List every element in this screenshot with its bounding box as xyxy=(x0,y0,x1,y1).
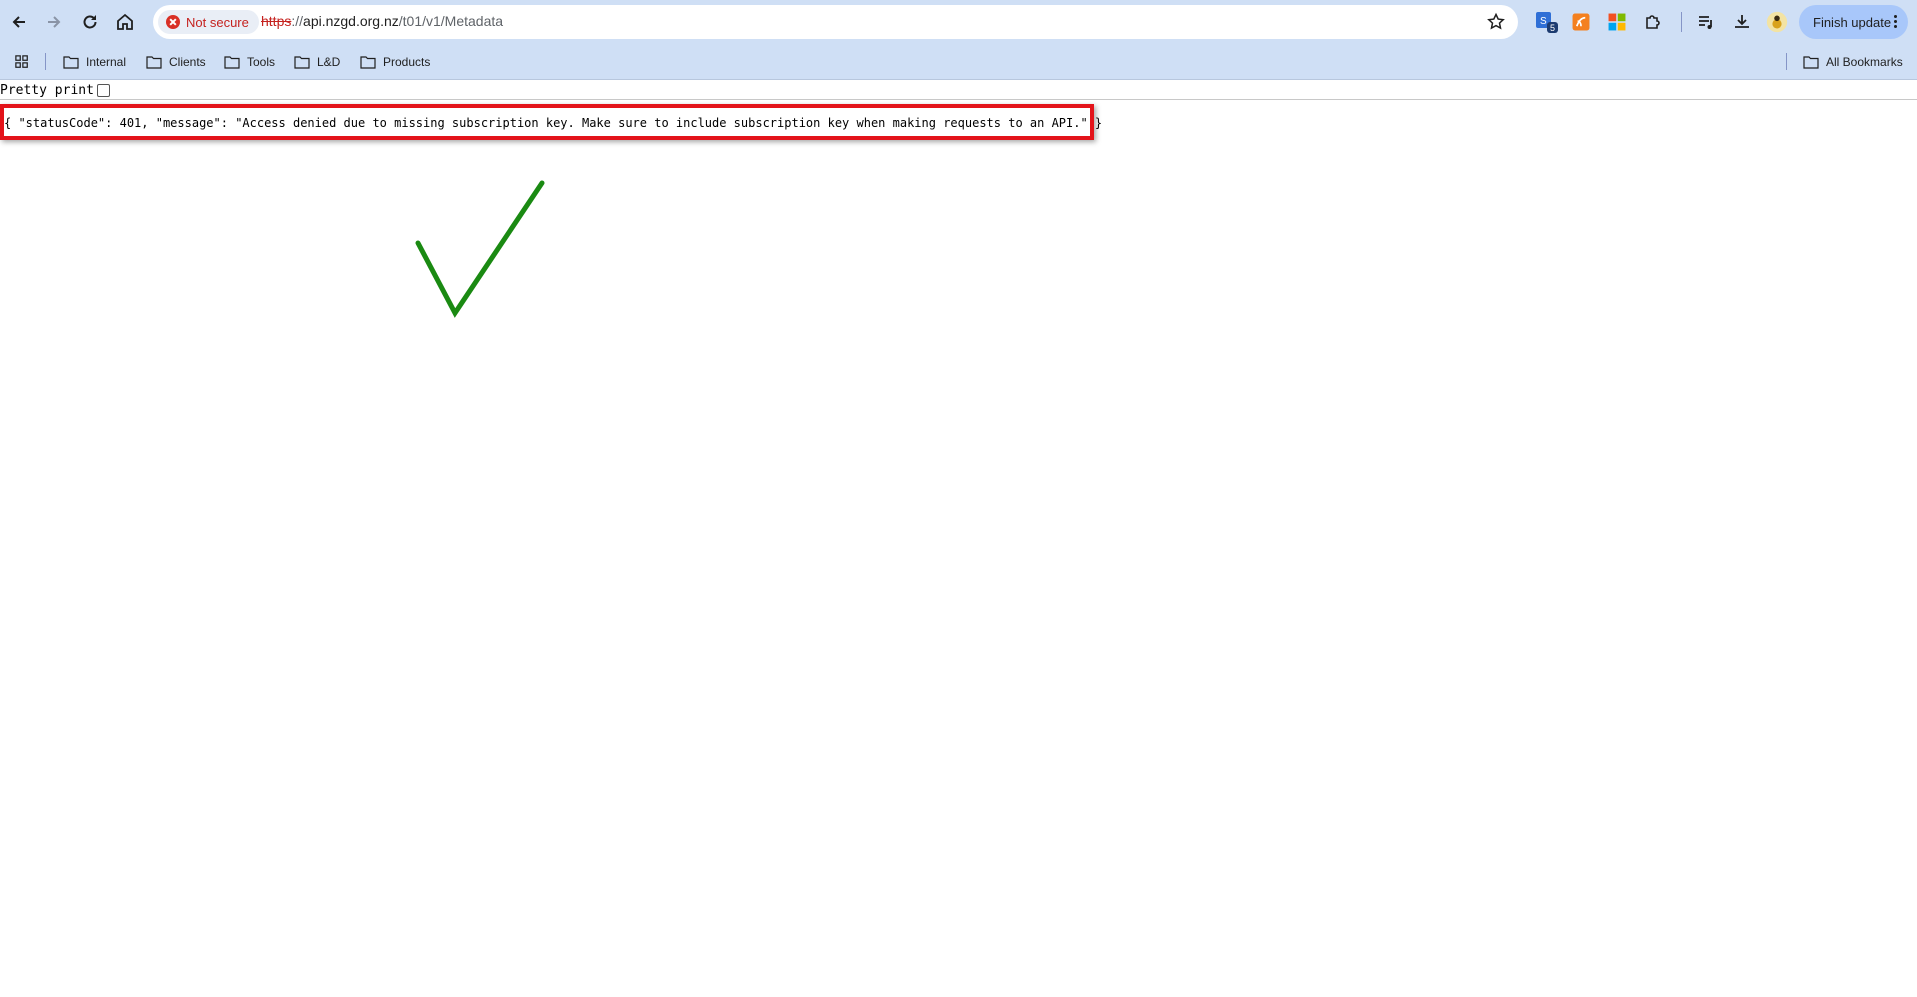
apps-grid-icon xyxy=(15,55,28,68)
not-secure-icon xyxy=(166,15,180,29)
puzzle-piece-icon xyxy=(1646,15,1660,29)
back-button[interactable] xyxy=(3,6,35,38)
finish-update-label: Finish update xyxy=(1813,14,1892,30)
svg-text:5: 5 xyxy=(1550,23,1555,33)
more-menu-icon xyxy=(1894,15,1898,29)
highlight-box: { "statusCode": 401, "message": "Access … xyxy=(0,104,1102,140)
bookmark-folder-internal[interactable]: Internal xyxy=(63,51,126,73)
downloads-button[interactable] xyxy=(1729,9,1755,35)
apps-button[interactable] xyxy=(14,51,37,73)
url-scheme: https xyxy=(261,13,292,29)
security-chip-label: Not secure xyxy=(186,14,249,30)
green-checkmark-icon xyxy=(415,180,545,318)
pretty-print-control: Pretty print xyxy=(0,82,110,98)
all-bookmarks-button[interactable]: All Bookmarks xyxy=(1803,51,1903,73)
pretty-print-label: Pretty print xyxy=(0,82,94,98)
bookmark-star-icon[interactable] xyxy=(1486,12,1506,32)
url-text[interactable]: https://api.nzgd.org.nz/t01/v1/Metadata xyxy=(261,13,503,29)
url-path: /t01/v1/Metadata xyxy=(398,13,504,29)
bookmark-label: L&D xyxy=(317,55,341,69)
folder-icon xyxy=(224,56,240,69)
microsoft-icon xyxy=(1608,13,1626,31)
folder-icon xyxy=(63,56,79,69)
bookmark-label: Products xyxy=(383,55,431,69)
bookmark-folder-clients[interactable]: Clients xyxy=(146,51,206,73)
extensions-menu-button[interactable] xyxy=(1640,9,1666,35)
pretty-print-divider xyxy=(0,99,1917,100)
extension-microsoft-button[interactable] xyxy=(1604,9,1630,35)
teams-icon: S 5 xyxy=(1536,12,1558,33)
back-arrow-icon xyxy=(12,16,25,28)
security-chip[interactable]: Not secure xyxy=(158,10,259,34)
folder-icon xyxy=(294,56,310,69)
folder-icon xyxy=(360,56,376,69)
folder-icon xyxy=(146,56,162,69)
bookmark-label: Clients xyxy=(169,55,206,69)
extension-teams-button[interactable]: S 5 xyxy=(1533,9,1559,35)
bookmark-label: Internal xyxy=(86,55,127,69)
profile-avatar-button[interactable] xyxy=(1764,9,1790,35)
home-button[interactable] xyxy=(109,6,141,38)
browser-toolbar: Not secure https://api.nzgd.org.nz/t01/v… xyxy=(0,0,1917,44)
all-bookmarks-label: All Bookmarks xyxy=(1826,55,1903,69)
finish-update-button[interactable]: Finish update xyxy=(1799,5,1908,39)
orange-extension-icon xyxy=(1572,13,1590,31)
url-host: api.nzgd.org.nz xyxy=(303,13,399,29)
bookmarks-separator xyxy=(1786,53,1787,70)
toolbar-separator xyxy=(1681,12,1682,32)
reload-icon xyxy=(83,15,97,29)
bookmark-folder-products[interactable]: Products xyxy=(360,51,430,73)
home-icon xyxy=(117,13,133,30)
folder-icon xyxy=(1803,56,1819,69)
svg-text:S: S xyxy=(1540,16,1547,27)
profile-avatar-icon xyxy=(1766,11,1788,33)
pretty-print-checkbox[interactable] xyxy=(96,83,110,97)
url-separator: :// xyxy=(291,13,304,29)
bookmarks-separator xyxy=(45,53,46,70)
json-response-text: { "statusCode": 401, "message": "Access … xyxy=(4,116,1103,130)
media-queue-icon xyxy=(1699,16,1712,29)
forward-button[interactable] xyxy=(38,6,70,38)
reload-button[interactable] xyxy=(74,6,106,38)
download-icon xyxy=(1735,15,1749,28)
reading-list-button[interactable] xyxy=(1693,9,1719,35)
forward-arrow-icon xyxy=(48,16,61,28)
bookmark-folder-tools[interactable]: Tools xyxy=(224,51,275,73)
bookmark-folder-ld[interactable]: L&D xyxy=(294,51,340,73)
bookmark-label: Tools xyxy=(247,55,276,69)
extension-orange-button[interactable] xyxy=(1568,9,1594,35)
address-bar[interactable]: Not secure https://api.nzgd.org.nz/t01/v… xyxy=(153,5,1518,39)
bookmarks-bar: Internal Clients Tools L&D Products All … xyxy=(0,44,1917,80)
